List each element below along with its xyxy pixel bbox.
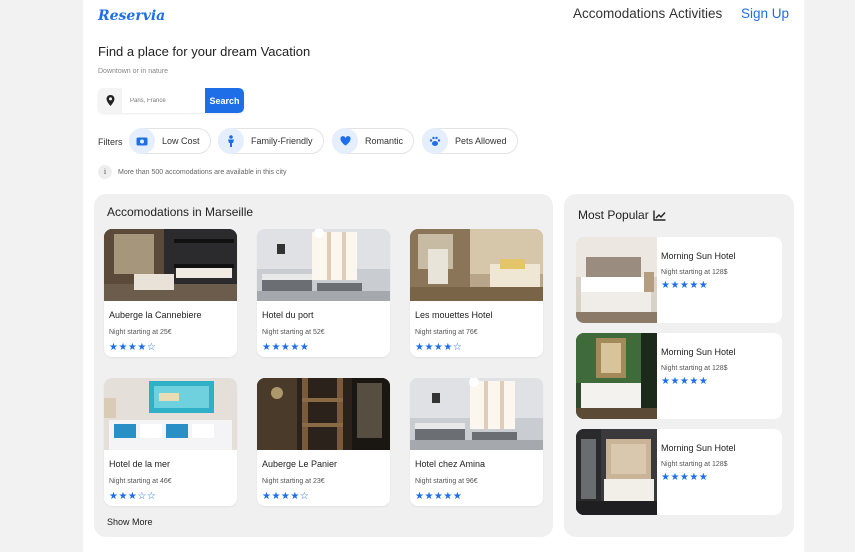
- filter-romantic[interactable]: Romantic: [332, 128, 415, 154]
- page: Reservia Accomodations Activities Sign U…: [83, 0, 804, 552]
- paw-icon: [422, 128, 448, 154]
- accommodation-price: Night starting at 96€: [415, 478, 478, 485]
- accommodations-panel: Accomodations in Marseille Auberge la Ca…: [94, 194, 553, 537]
- star-rating: ★★★★★: [262, 342, 310, 353]
- popular-card[interactable]: Morning Sun Hotel Night starting at 128$…: [576, 237, 782, 323]
- accommodation-card[interactable]: Hotel chez Amina Night starting at 96€ ★…: [410, 378, 543, 506]
- star-rating: ★★★★☆: [415, 342, 463, 353]
- show-more-link[interactable]: Show More: [107, 517, 153, 527]
- accommodation-card[interactable]: Hotel de la mer Night starting at 46€ ★★…: [104, 378, 237, 506]
- star-rating: ★★★★★: [415, 491, 463, 502]
- star-rating: ★★★★☆: [262, 491, 310, 502]
- filter-pets-allowed[interactable]: Pets Allowed: [422, 128, 518, 154]
- search-bar: Search: [98, 88, 244, 113]
- accommodation-name: Hotel chez Amina: [415, 459, 486, 469]
- white-bed-room-photo: [576, 237, 657, 323]
- accommodation-name: Hotel de la mer: [109, 459, 171, 469]
- popular-card[interactable]: Morning Sun Hotel Night starting at 128$…: [576, 333, 782, 419]
- accommodation-price: Night starting at 46€: [109, 478, 172, 485]
- dark-bunk-room-photo: [257, 378, 390, 450]
- accommodations-title: Accomodations in Marseille: [107, 205, 254, 219]
- popular-price: Night starting at 128$: [661, 269, 728, 276]
- search-input[interactable]: [122, 88, 205, 113]
- most-popular-title: Most Popular: [578, 208, 649, 222]
- page-subtitle: Downtown or in nature: [98, 68, 169, 75]
- search-button[interactable]: Search: [205, 88, 244, 113]
- bright-twin-room-photo: [257, 229, 390, 301]
- accommodation-name: Auberge Le Panier: [262, 459, 338, 469]
- star-rating: ★★★★★: [661, 280, 709, 291]
- popular-name: Morning Sun Hotel: [661, 443, 736, 453]
- accommodation-name: Les mouettes Hotel: [415, 310, 493, 320]
- filter-family-friendly[interactable]: Family-Friendly: [218, 128, 324, 154]
- star-rating: ★★★★★: [661, 472, 709, 483]
- green-wall-room-photo: [576, 333, 657, 419]
- star-rating: ★★★☆☆: [109, 491, 157, 502]
- accommodation-card[interactable]: Auberge Le Panier Night starting at 23€ …: [257, 378, 390, 506]
- filters-label: Filters: [98, 137, 123, 147]
- chic-bed-room-photo: [576, 429, 657, 515]
- filter-label: Romantic: [365, 136, 404, 146]
- star-rating: ★★★★☆: [109, 342, 157, 353]
- filter-label: Low Cost: [162, 136, 200, 146]
- accommodation-price: Night starting at 76€: [415, 329, 478, 336]
- popular-price: Night starting at 128$: [661, 365, 728, 372]
- heart-icon: [332, 128, 358, 154]
- accommodation-card[interactable]: Auberge la Cannebiere Night starting at …: [104, 229, 237, 357]
- popular-card[interactable]: Morning Sun Hotel Night starting at 128$…: [576, 429, 782, 515]
- popular-name: Morning Sun Hotel: [661, 251, 736, 261]
- trend-chart-icon: [653, 210, 666, 221]
- accommodation-card[interactable]: Les mouettes Hotel Night starting at 76€…: [410, 229, 543, 357]
- filter-low-cost[interactable]: Low Cost: [129, 128, 211, 154]
- dorm-bunk-bed-photo: [104, 229, 237, 301]
- signup-link[interactable]: Sign Up: [741, 6, 789, 21]
- info-icon: i: [98, 165, 112, 179]
- money-icon: [129, 128, 155, 154]
- most-popular-header: Most Popular: [578, 208, 666, 222]
- person-icon: [218, 128, 244, 154]
- info-banner: i More than 500 accomodations are availa…: [98, 165, 286, 179]
- filter-label: Pets Allowed: [455, 136, 507, 146]
- accommodation-price: Night starting at 23€: [262, 478, 325, 485]
- accommodation-name: Auberge la Cannebiere: [109, 310, 202, 320]
- accommodation-price: Night starting at 52€: [262, 329, 325, 336]
- star-rating: ★★★★★: [661, 376, 709, 387]
- most-popular-panel: Most Popular Morning Sun Hotel Night sta…: [564, 194, 794, 537]
- accommodation-name: Hotel du port: [262, 310, 314, 320]
- filter-label: Family-Friendly: [251, 136, 313, 146]
- popular-name: Morning Sun Hotel: [661, 347, 736, 357]
- page-title: Find a place for your dream Vacation: [98, 44, 311, 59]
- nav-activities[interactable]: Activities: [669, 6, 722, 21]
- accommodation-card[interactable]: Hotel du port Night starting at 52€ ★★★★…: [257, 229, 390, 357]
- info-text: More than 500 accomodations are availabl…: [118, 168, 287, 176]
- warm-room-photo: [410, 229, 543, 301]
- accommodation-price: Night starting at 25€: [109, 329, 172, 336]
- nav-accomodations[interactable]: Accomodations: [573, 6, 665, 21]
- sea-painting-room-photo: [104, 378, 237, 450]
- bright-twin-room-photo: [410, 378, 543, 450]
- location-pin-icon: [98, 88, 122, 113]
- popular-price: Night starting at 128$: [661, 461, 728, 468]
- logo[interactable]: Reservia: [98, 8, 165, 24]
